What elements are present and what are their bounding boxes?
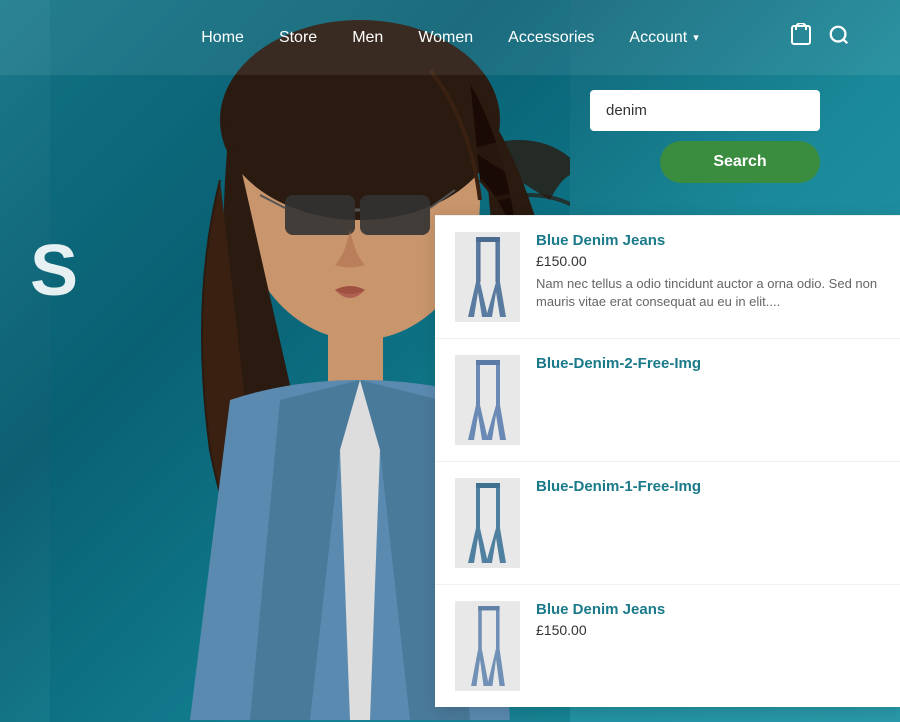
result-info-1: Blue Denim Jeans £150.00 Nam nec tellus … xyxy=(536,232,880,311)
result-item-1[interactable]: Blue Denim Jeans £150.00 Nam nec tellus … xyxy=(435,216,900,339)
result-price-1: £150.00 xyxy=(536,253,880,269)
search-button[interactable]: Search xyxy=(660,141,820,183)
result-info-2: Blue-Denim-2-Free-Img xyxy=(536,355,880,376)
search-input-wrapper xyxy=(590,90,820,131)
navigation: Home Store Men Women Accessories Account… xyxy=(0,0,900,75)
search-results-dropdown: Blue Denim Jeans £150.00 Nam nec tellus … xyxy=(435,215,900,707)
result-title-4: Blue Denim Jeans xyxy=(536,601,880,618)
result-item-3[interactable]: Blue-Denim-1-Free-Img xyxy=(435,462,900,585)
result-info-3: Blue-Denim-1-Free-Img xyxy=(536,478,880,499)
search-area: Search xyxy=(590,90,820,183)
result-info-4: Blue Denim Jeans £150.00 xyxy=(536,601,880,644)
result-image-2 xyxy=(455,355,520,445)
result-title-2: Blue-Denim-2-Free-Img xyxy=(536,355,880,372)
result-image-1 xyxy=(455,232,520,322)
nav-home[interactable]: Home xyxy=(201,29,244,47)
result-item-2[interactable]: Blue-Denim-2-Free-Img xyxy=(435,339,900,462)
result-title-1: Blue Denim Jeans xyxy=(536,232,880,249)
nav-account[interactable]: Account ▾ xyxy=(629,29,698,47)
search-input[interactable] xyxy=(590,90,820,131)
search-icon-nav[interactable] xyxy=(828,24,850,52)
nav-accessories[interactable]: Accessories xyxy=(508,29,594,47)
cart-icon[interactable] xyxy=(789,23,813,53)
result-price-4: £150.00 xyxy=(536,622,880,638)
nav-menu: Home Store Men Women Accessories Account… xyxy=(201,29,699,47)
hero-text: S xyxy=(30,230,76,312)
account-chevron-icon: ▾ xyxy=(693,31,699,44)
result-item-4[interactable]: Blue Denim Jeans £150.00 xyxy=(435,585,900,707)
result-image-4 xyxy=(455,601,520,691)
nav-icons xyxy=(789,23,850,53)
result-title-3: Blue-Denim-1-Free-Img xyxy=(536,478,880,495)
result-desc-1: Nam nec tellus a odio tincidunt auctor a… xyxy=(536,275,880,311)
nav-store[interactable]: Store xyxy=(279,29,317,47)
nav-men[interactable]: Men xyxy=(352,29,383,47)
nav-women[interactable]: Women xyxy=(418,29,473,47)
result-image-3 xyxy=(455,478,520,568)
